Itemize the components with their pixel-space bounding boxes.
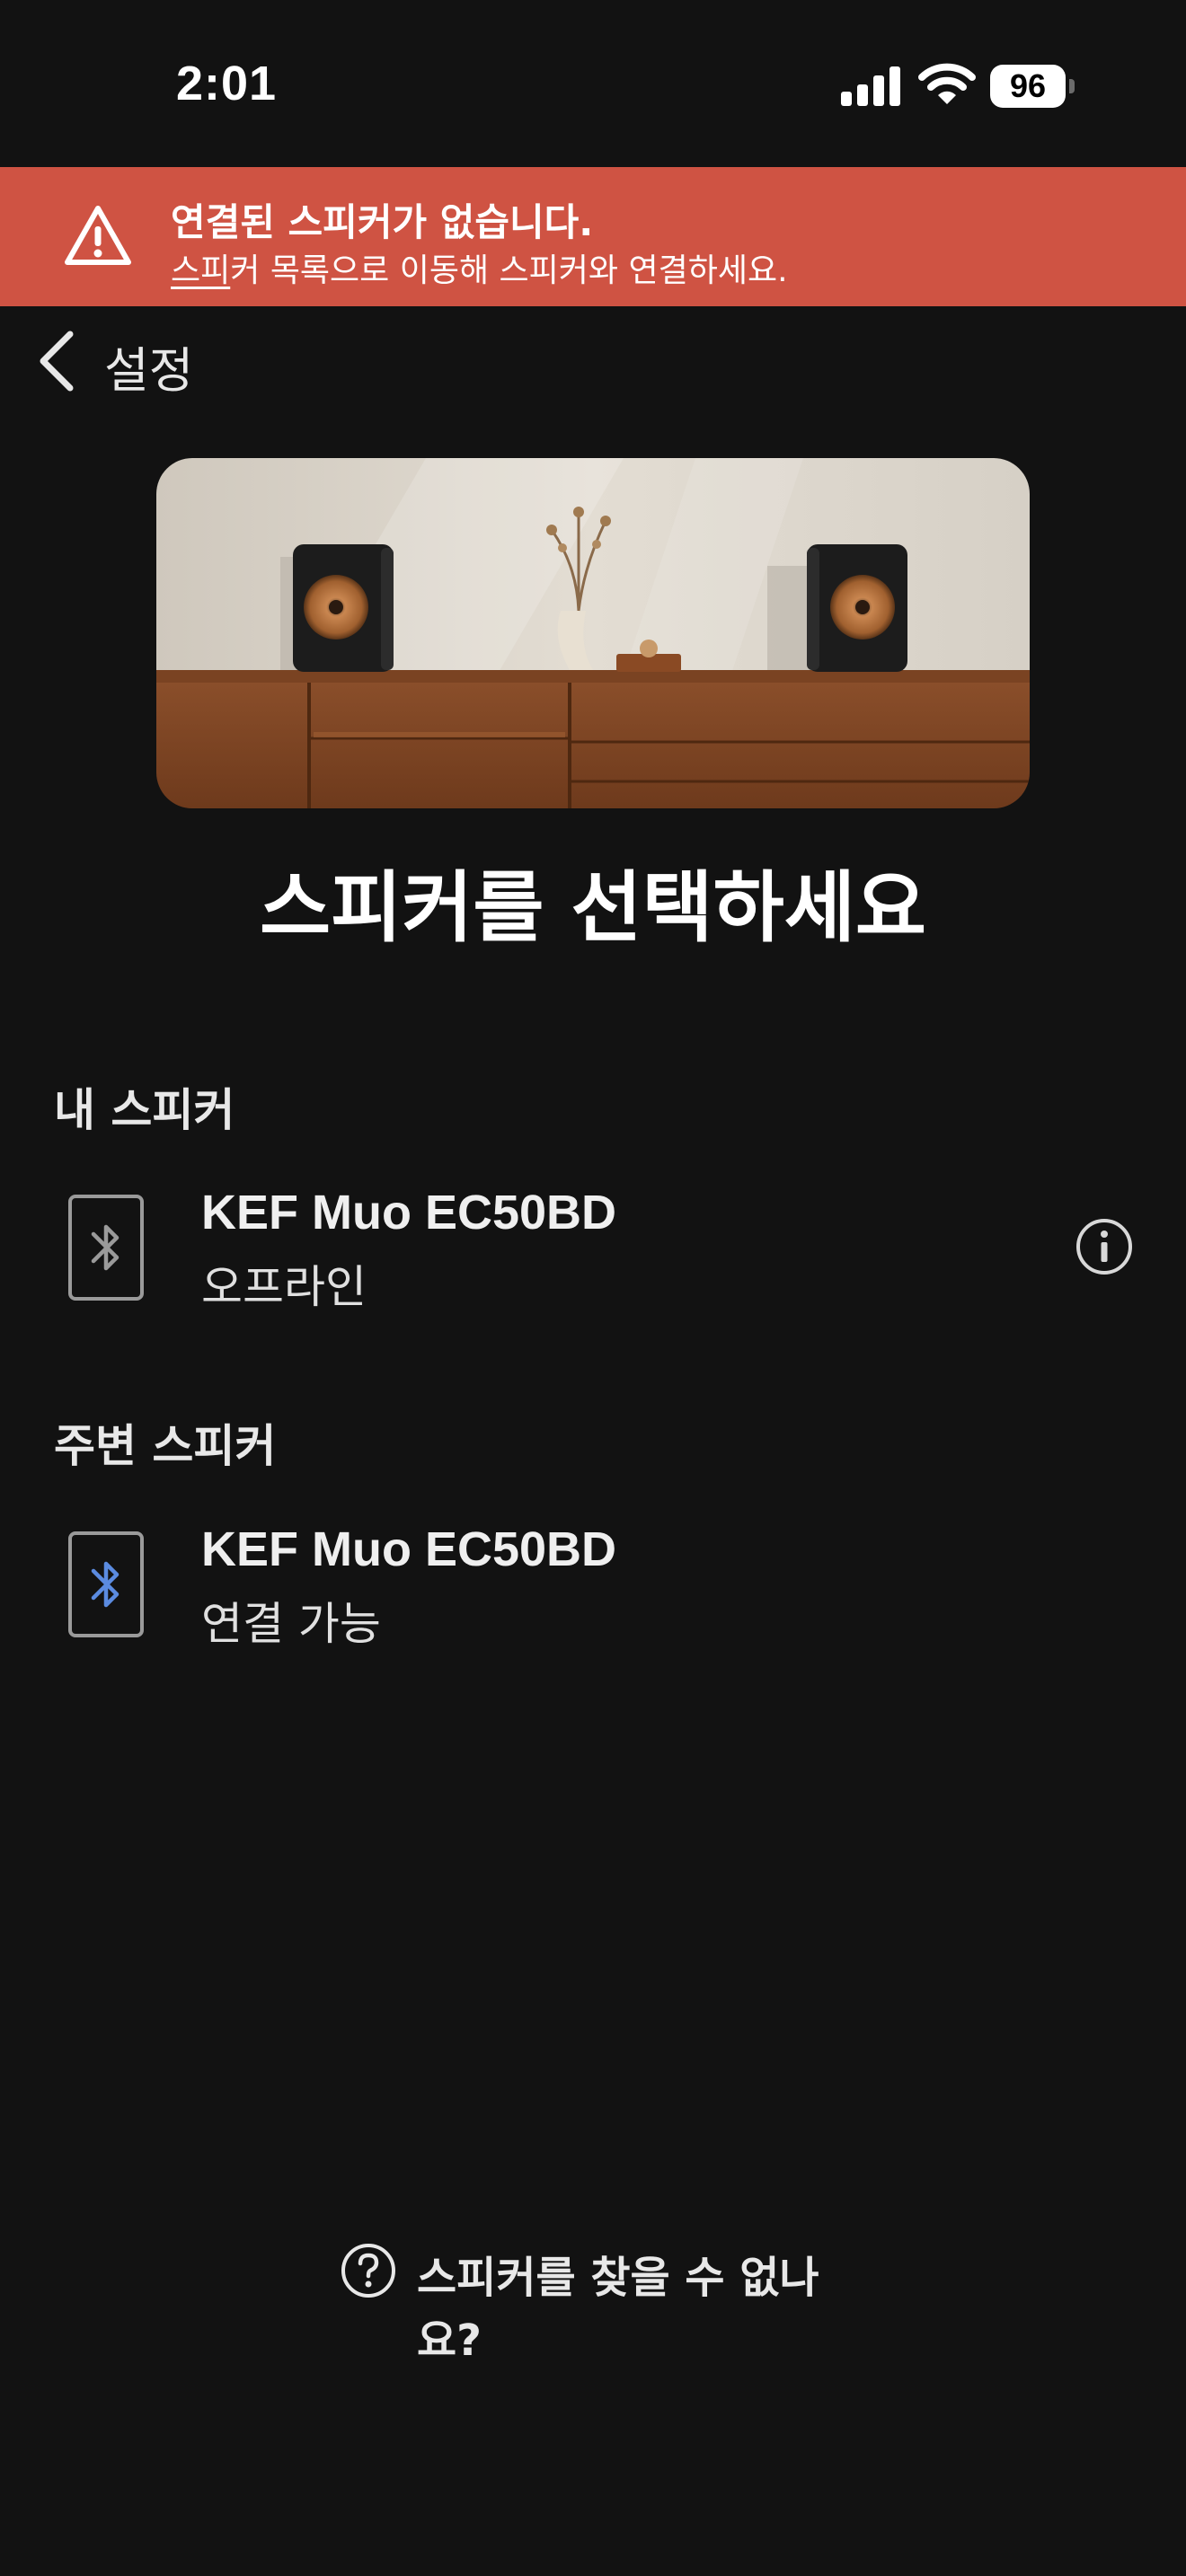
alert-title: 연결된 스피커가 없습니다.	[171, 200, 594, 244]
back-label: 설정	[104, 342, 194, 399]
no-speaker-alert[interactable]: 연결된 스피커가 없습니다. 스피커 목록으로 이동해 스피커와 연결하세요.	[0, 167, 1186, 306]
my-speaker-item[interactable]: KEF Muo EC50BD 오프라인	[0, 1172, 1186, 1325]
battery-icon: 96	[990, 65, 1075, 108]
question-circle-icon	[341, 2244, 395, 2298]
my-speakers-header: 내 스피커	[54, 1084, 235, 1136]
warning-icon	[65, 206, 131, 265]
alert-link[interactable]: 스피	[171, 252, 230, 289]
speaker-status: 연결 가능	[201, 1598, 381, 1650]
speaker-name: KEF Muo EC50BD	[201, 1522, 617, 1576]
nearby-speakers-header: 주변 스피커	[54, 1420, 277, 1472]
bluetooth-icon	[91, 1224, 119, 1271]
info-icon[interactable]	[1075, 1217, 1134, 1276]
page-title: 스피커를 선택하세요	[259, 863, 927, 953]
signal-icon	[841, 66, 900, 106]
cant-find-speaker-link[interactable]: 스피커를 찾을 수 없나요?	[334, 2236, 873, 2366]
back-button[interactable]: 설정	[27, 318, 243, 399]
bluetooth-icon	[91, 1561, 119, 1608]
alert-message: 스피커 목록으로 이동해 스피커와 연결하세요.	[171, 244, 788, 291]
speakers-photo	[156, 458, 1030, 808]
battery-tip	[1069, 79, 1075, 93]
battery-level: 96	[990, 65, 1066, 108]
chevron-left-icon	[40, 331, 74, 392]
status-time: 2:01	[176, 57, 278, 110]
speaker-device-icon	[68, 1531, 144, 1637]
alert-message-rest: 커 목록으로 이동해 스피커와 연결하세요.	[230, 252, 788, 289]
speaker-name: KEF Muo EC50BD	[201, 1186, 617, 1239]
help-label: 스피커를 찾을 수 없나요?	[417, 2253, 819, 2366]
status-bar: 2:01 96	[0, 0, 1186, 167]
speaker-status: 오프라인	[201, 1261, 367, 1313]
speaker-device-icon	[68, 1195, 144, 1301]
wifi-icon	[918, 63, 976, 104]
nearby-speaker-item[interactable]: KEF Muo EC50BD 연결 가능	[0, 1509, 1186, 1662]
